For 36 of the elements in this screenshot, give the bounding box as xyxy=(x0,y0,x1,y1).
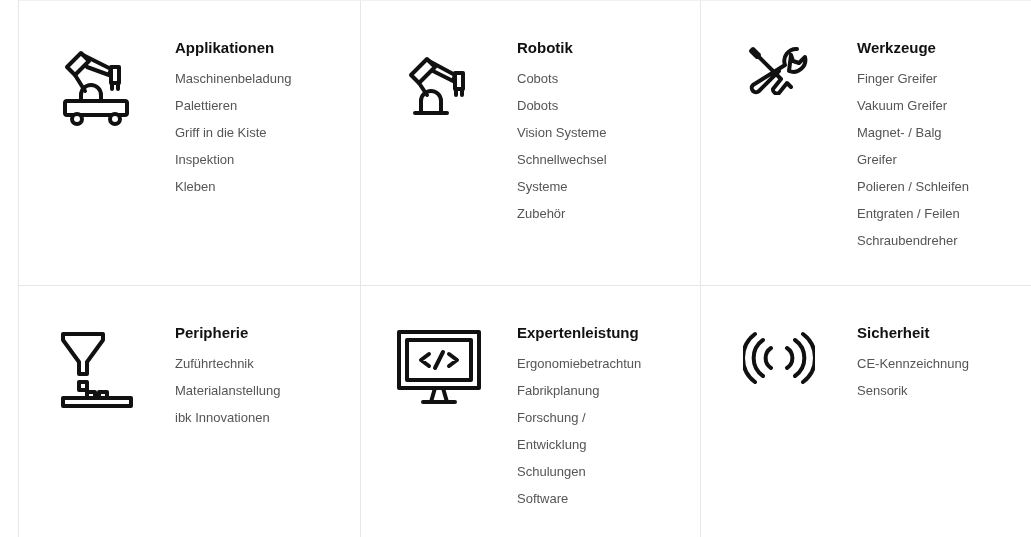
category-title-link[interactable]: Werkzeuge xyxy=(857,37,936,59)
category-item-link[interactable]: Palettieren xyxy=(175,92,238,119)
category-title-link[interactable]: Applikationen xyxy=(175,37,275,59)
category-item-link[interactable]: Materialanstellung xyxy=(175,377,281,404)
category-item-link[interactable]: Entgraten / Feilen xyxy=(857,200,960,227)
category-item-link[interactable]: Zuführtechnik xyxy=(175,350,254,377)
category-item-link[interactable]: Vision Systeme xyxy=(517,119,607,146)
category-item-link[interactable]: Cobots xyxy=(517,65,559,92)
category-item-link[interactable]: Dobots xyxy=(517,92,559,119)
category-item-link[interactable]: Schnellwechsel xyxy=(517,146,607,173)
category-item-link[interactable]: Forschung / Entwicklung xyxy=(517,404,587,458)
category-item-link[interactable]: Polieren / Schleifen xyxy=(857,173,969,200)
category-title-link[interactable]: Peripherie xyxy=(175,322,249,344)
category-item-link[interactable]: Systeme xyxy=(517,173,568,200)
monitor-code-icon xyxy=(397,330,481,406)
category-item-link[interactable]: Magnet- / Balg Greifer xyxy=(857,119,942,173)
category-title-link[interactable]: Expertenleistung xyxy=(517,322,639,344)
category-item-link[interactable]: Ergonomiebetrachtun xyxy=(517,350,642,377)
category-item-link[interactable]: Inspektion xyxy=(175,146,235,173)
category-item-link[interactable]: ibk Innovationen xyxy=(175,404,270,431)
category-item-link[interactable]: Maschinenbeladung xyxy=(175,65,292,92)
category-item-link[interactable]: Griff in die Kiste xyxy=(175,119,267,146)
category-item-link[interactable]: Schulungen xyxy=(517,458,586,485)
category-item-link[interactable]: Fabrikplanung xyxy=(517,377,600,404)
signal-waves-icon xyxy=(743,330,815,386)
category-item-link[interactable]: Finger Greifer xyxy=(857,65,938,92)
category-title-link[interactable]: Sicherheit xyxy=(857,322,930,344)
category-item-link[interactable]: CE-Kennzeichnung xyxy=(857,350,970,377)
funnel-icon xyxy=(59,330,135,408)
category-item-link[interactable]: Zubehör xyxy=(517,200,566,227)
category-item-link[interactable]: Kleben xyxy=(175,173,216,200)
category-item-link[interactable]: Schraubendreher xyxy=(857,227,958,254)
category-title-link[interactable]: Robotik xyxy=(517,37,573,59)
category-item-link[interactable]: Software xyxy=(517,485,569,512)
category-item-link[interactable]: Vakuum Greifer xyxy=(857,92,948,119)
category-item-link[interactable]: Sensorik xyxy=(857,377,908,404)
